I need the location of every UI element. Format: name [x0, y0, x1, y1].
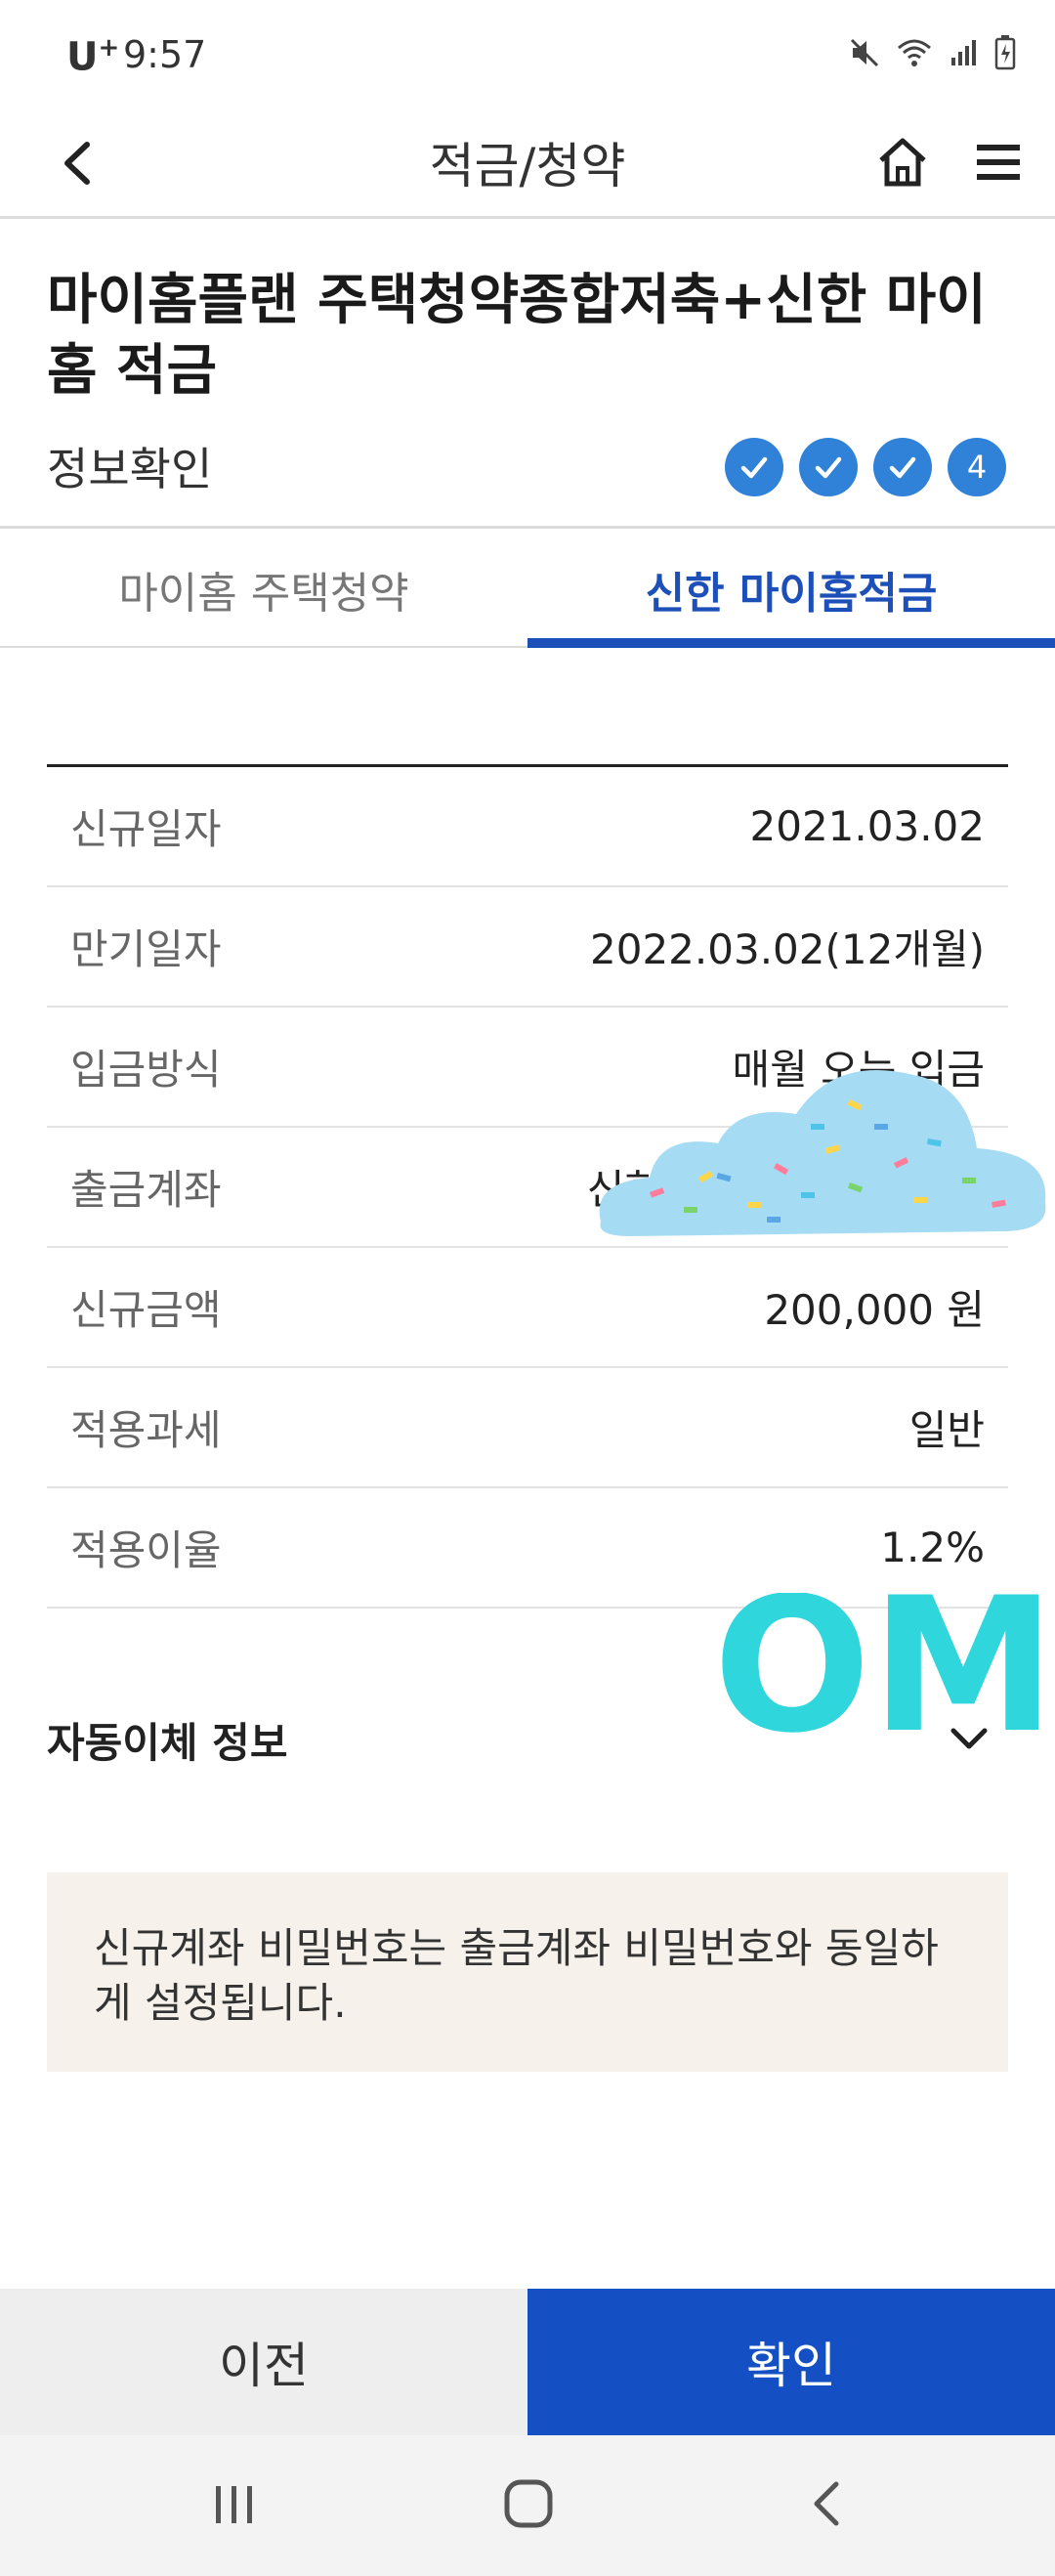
step-3-done [873, 438, 932, 496]
tab-bar: 마이홈 주택청약 신한 마이홈적금 [0, 529, 1055, 648]
row-value: 일반 [908, 1406, 985, 1454]
system-back-button[interactable] [807, 2478, 846, 2533]
home-icon [879, 138, 926, 187]
previous-button[interactable]: 이전 [0, 2289, 528, 2435]
step-indicator: 4 [725, 438, 1006, 496]
tab-shinhan-myhome-savings[interactable]: 신한 마이홈적금 [528, 529, 1055, 648]
row-label: 적용과세 [70, 1406, 222, 1454]
wifi-icon [895, 36, 934, 73]
hamburger-menu-icon [977, 145, 1020, 180]
step-4-current: 4 [948, 438, 1006, 496]
row-label: 입금방식 [70, 1046, 222, 1094]
table-row: 신규일자 2021.03.02 [47, 767, 1008, 887]
notice-box: 신규계좌 비밀번호는 출금계좌 비밀번호와 동일하게 설정됩니다. [47, 1872, 1008, 2072]
app-bar: 적금/청약 [0, 107, 1055, 219]
status-icons [848, 35, 1016, 74]
row-label: 만기일자 [70, 925, 222, 973]
status-time: 9:57 [123, 33, 207, 76]
mute-icon [848, 36, 881, 73]
system-home-button[interactable] [503, 2478, 554, 2533]
signal-icon [948, 36, 981, 73]
check-icon [740, 456, 768, 479]
menu-button[interactable] [961, 125, 1035, 199]
row-label: 신규일자 [70, 805, 222, 853]
row-label: 신규금액 [70, 1286, 222, 1334]
system-home-icon [504, 2479, 553, 2528]
cloud-sticker [591, 1055, 1055, 1251]
row-value: 200,000 원 [764, 1286, 985, 1334]
product-title: 마이홈플랜 주택청약종합저축+신한 마이홈 적금 [47, 269, 987, 403]
status-bar: U+ 9:57 [0, 0, 1055, 107]
recent-apps-icon [216, 2486, 252, 2523]
tab-myhome-subscription[interactable]: 마이홈 주택청약 [0, 529, 528, 646]
row-value: 2022.03.02(12개월) [590, 925, 985, 973]
bottom-button-bar: 이전 확인 [0, 2289, 1055, 2435]
system-back-icon [814, 2481, 839, 2526]
check-icon [889, 456, 916, 479]
step-2-done [799, 438, 858, 496]
confirm-button[interactable]: 확인 [528, 2289, 1055, 2435]
auto-transfer-label: 자동이체 정보 [47, 1718, 288, 1767]
step-label: 정보확인 [47, 443, 213, 495]
row-label: 적용이율 [70, 1526, 222, 1574]
omg-sticker: OMG [713, 1558, 1055, 1774]
row-value: 2021.03.02 [749, 802, 985, 850]
row-label: 출금계좌 [70, 1166, 222, 1214]
carrier-label: U+ [66, 33, 120, 80]
table-row: 적용과세 일반 [47, 1368, 1008, 1488]
home-button[interactable] [865, 125, 940, 199]
row-value: 1.2% [880, 1524, 985, 1571]
omg-sticker-text: OMG [713, 1593, 1055, 1739]
system-nav-bar [0, 2435, 1055, 2576]
step-1-done [725, 438, 783, 496]
table-row: 신규금액 200,000 원 [47, 1248, 1008, 1368]
check-icon [815, 456, 842, 479]
recent-apps-button[interactable] [210, 2480, 259, 2533]
battery-icon [994, 35, 1016, 74]
table-row: 적용이율 1.2% [47, 1488, 1008, 1609]
table-row: 만기일자 2022.03.02(12개월) [47, 887, 1008, 1008]
